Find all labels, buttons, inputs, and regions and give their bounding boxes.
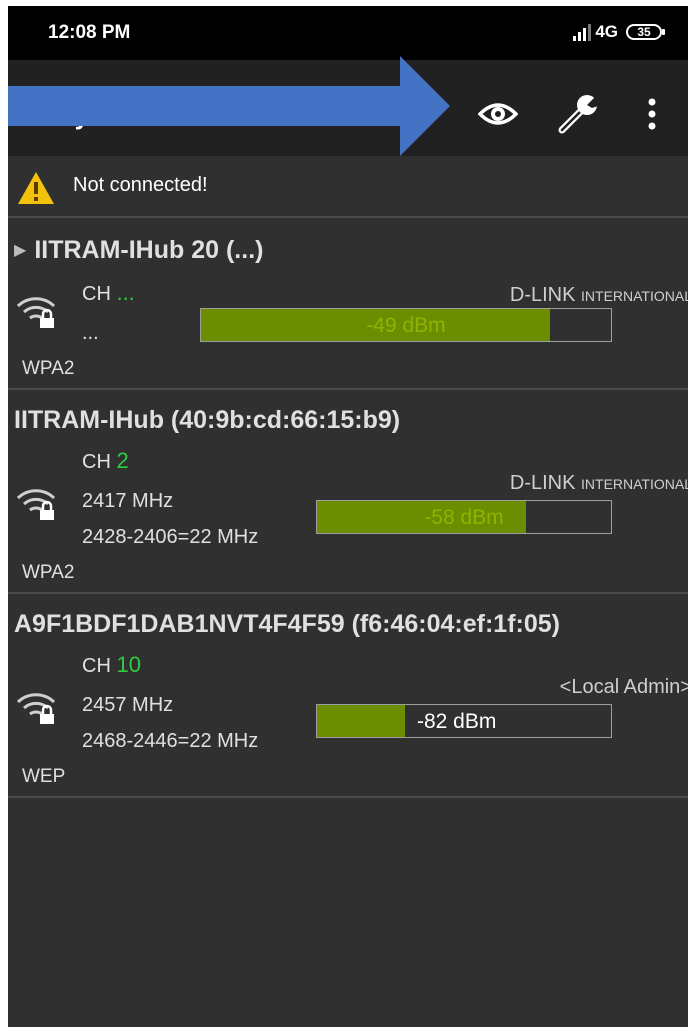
signal-bar: -82 dBm <box>316 704 612 738</box>
wifi-lock-icon <box>16 489 56 520</box>
warning-icon <box>18 172 54 204</box>
vendor-sub: INTERNATIONAL <box>581 476 688 492</box>
network-channel: CH 2 <box>82 448 129 474</box>
network-channel: CH ... <box>82 280 135 306</box>
network-ssid: IITRAM-IHub (40:9b:cd:66:15:b9) <box>14 406 401 434</box>
network-security: WPA2 <box>22 562 75 583</box>
status-time: 12:08 PM <box>48 22 131 43</box>
wrench-icon[interactable] <box>556 92 600 136</box>
vendor-name: D-LINK <box>509 472 576 494</box>
status-bar: 12:08 PM 4G 35 <box>8 6 688 60</box>
channel-label: CH <box>82 451 111 473</box>
annotation-arrow <box>8 56 450 156</box>
battery-level: 35 <box>637 25 651 39</box>
network-ssid: ▶ IITRAM-IHub 20 (...) <box>14 236 263 265</box>
expand-marker: ▶ <box>14 242 27 259</box>
vendor-name: <Local Admin> <box>559 676 688 698</box>
signal-strength-text: -82 dBm <box>417 710 497 733</box>
network-channel-range: 2468-2446=22 MHz <box>82 730 259 752</box>
network-security: WEP <box>22 766 66 787</box>
network-item[interactable]: IITRAM-IHub (40:9b:cd:66:15:b9) CH 2 241… <box>8 390 688 594</box>
network-channel-range: 2428-2406=22 MHz <box>82 526 259 548</box>
channel-label: CH <box>82 283 111 305</box>
signal-strength-text: -58 dBm <box>424 506 504 529</box>
battery-icon: 35 <box>626 24 665 40</box>
network-security: WPA2 <box>22 358 75 379</box>
wifi-lock-icon <box>16 297 56 328</box>
signal-bar: -49 dBm <box>200 308 612 342</box>
network-vendor: D-LINK INTERNATIONAL <box>510 284 688 307</box>
connection-status-row: Not connected! <box>8 156 688 218</box>
channel-number: 2 <box>116 448 129 473</box>
channel-label: CH <box>82 655 111 677</box>
network-vendor: <Local Admin> <box>560 676 688 699</box>
vendor-name: D-LINK <box>509 284 576 306</box>
network-item[interactable]: A9F1BDF1DAB1NVT4F4F59 (f6:46:04:ef:1f:05… <box>8 594 688 798</box>
vendor-sub: INTERNATIONAL <box>581 288 688 304</box>
channel-number: ... <box>116 280 135 305</box>
overflow-menu-icon[interactable] <box>630 92 674 136</box>
network-ssid: A9F1BDF1DAB1NVT4F4F59 (f6:46:04:ef:1f:05… <box>14 610 560 638</box>
signal-fill <box>317 705 406 737</box>
signal-bar: -58 dBm <box>316 500 612 534</box>
network-vendor: D-LINK INTERNATIONAL <box>510 472 688 495</box>
app-screen: 12:08 PM 4G 35 ... ...y... <box>8 6 688 1027</box>
wifi-lock-icon <box>16 693 56 724</box>
network-channel: CH 10 <box>82 652 141 678</box>
status-indicators: 4G 35 <box>573 20 665 44</box>
network-ssid-text: IITRAM-IHub 20 (...) <box>34 236 264 264</box>
cell-signal-icon <box>573 23 592 41</box>
channel-number: 10 <box>116 652 141 677</box>
connection-status-text: Not connected! <box>73 174 208 196</box>
network-frequency: ... <box>82 322 99 344</box>
eye-icon[interactable] <box>476 92 520 136</box>
network-frequency: 2457 MHz <box>82 694 174 716</box>
signal-strength-text: -49 dBm <box>366 314 446 337</box>
network-item[interactable]: ▶ IITRAM-IHub 20 (...) CH ... ... D-LINK … <box>8 218 688 390</box>
network-type: 4G <box>595 22 618 41</box>
network-frequency: 2417 MHz <box>82 490 174 512</box>
